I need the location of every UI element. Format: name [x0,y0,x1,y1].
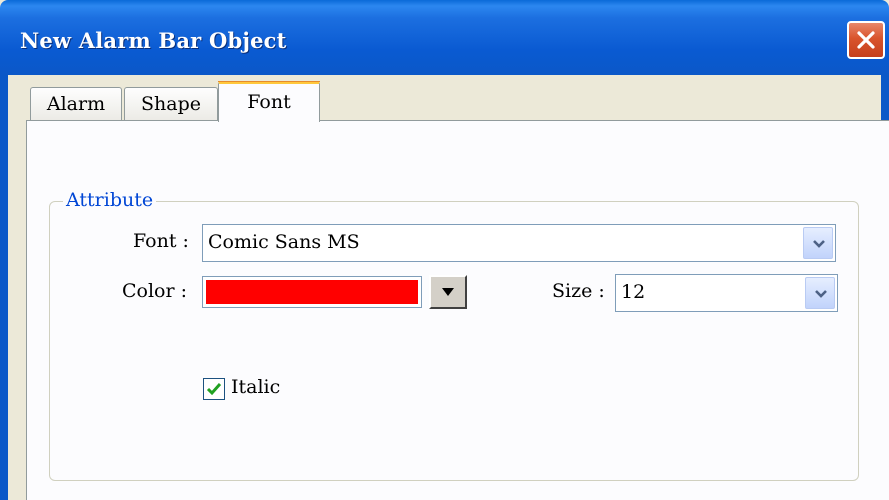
close-icon [857,31,875,49]
tab-shape[interactable]: Shape [124,87,218,120]
font-dropdown-button[interactable] [803,227,833,259]
window-frame-left [0,75,8,500]
font-select-value: Comic Sans MS [208,231,360,253]
checkmark-icon [206,383,222,396]
size-select-value: 12 [621,281,646,303]
size-select[interactable]: 12 [615,274,838,312]
triangle-down-icon [442,288,454,296]
close-button[interactable] [847,21,885,59]
italic-checkbox[interactable] [203,378,225,400]
italic-label[interactable]: Italic [231,376,280,398]
tab-alarm[interactable]: Alarm [30,87,122,120]
font-select[interactable]: Comic Sans MS [202,224,836,262]
size-dropdown-button[interactable] [805,277,835,309]
dialog-client: Alarm Shape Font Attribute Font : Comic … [8,75,889,500]
color-swatch[interactable] [202,276,422,308]
color-swatch-fill [206,280,418,304]
color-picker-button[interactable] [429,275,467,309]
color-label: Color : [122,280,188,302]
chevron-down-icon [815,290,827,298]
font-label: Font : [133,230,189,252]
title-bar[interactable]: New Alarm Bar Object [0,0,889,75]
font-tab-page: Attribute Font : Comic Sans MS Color : S… [26,120,889,500]
window-title: New Alarm Bar Object [20,28,287,53]
chevron-down-icon [813,240,825,248]
attribute-group-label: Attribute [63,189,157,211]
size-label: Size : [552,280,605,302]
tab-font[interactable]: Font [218,81,320,122]
